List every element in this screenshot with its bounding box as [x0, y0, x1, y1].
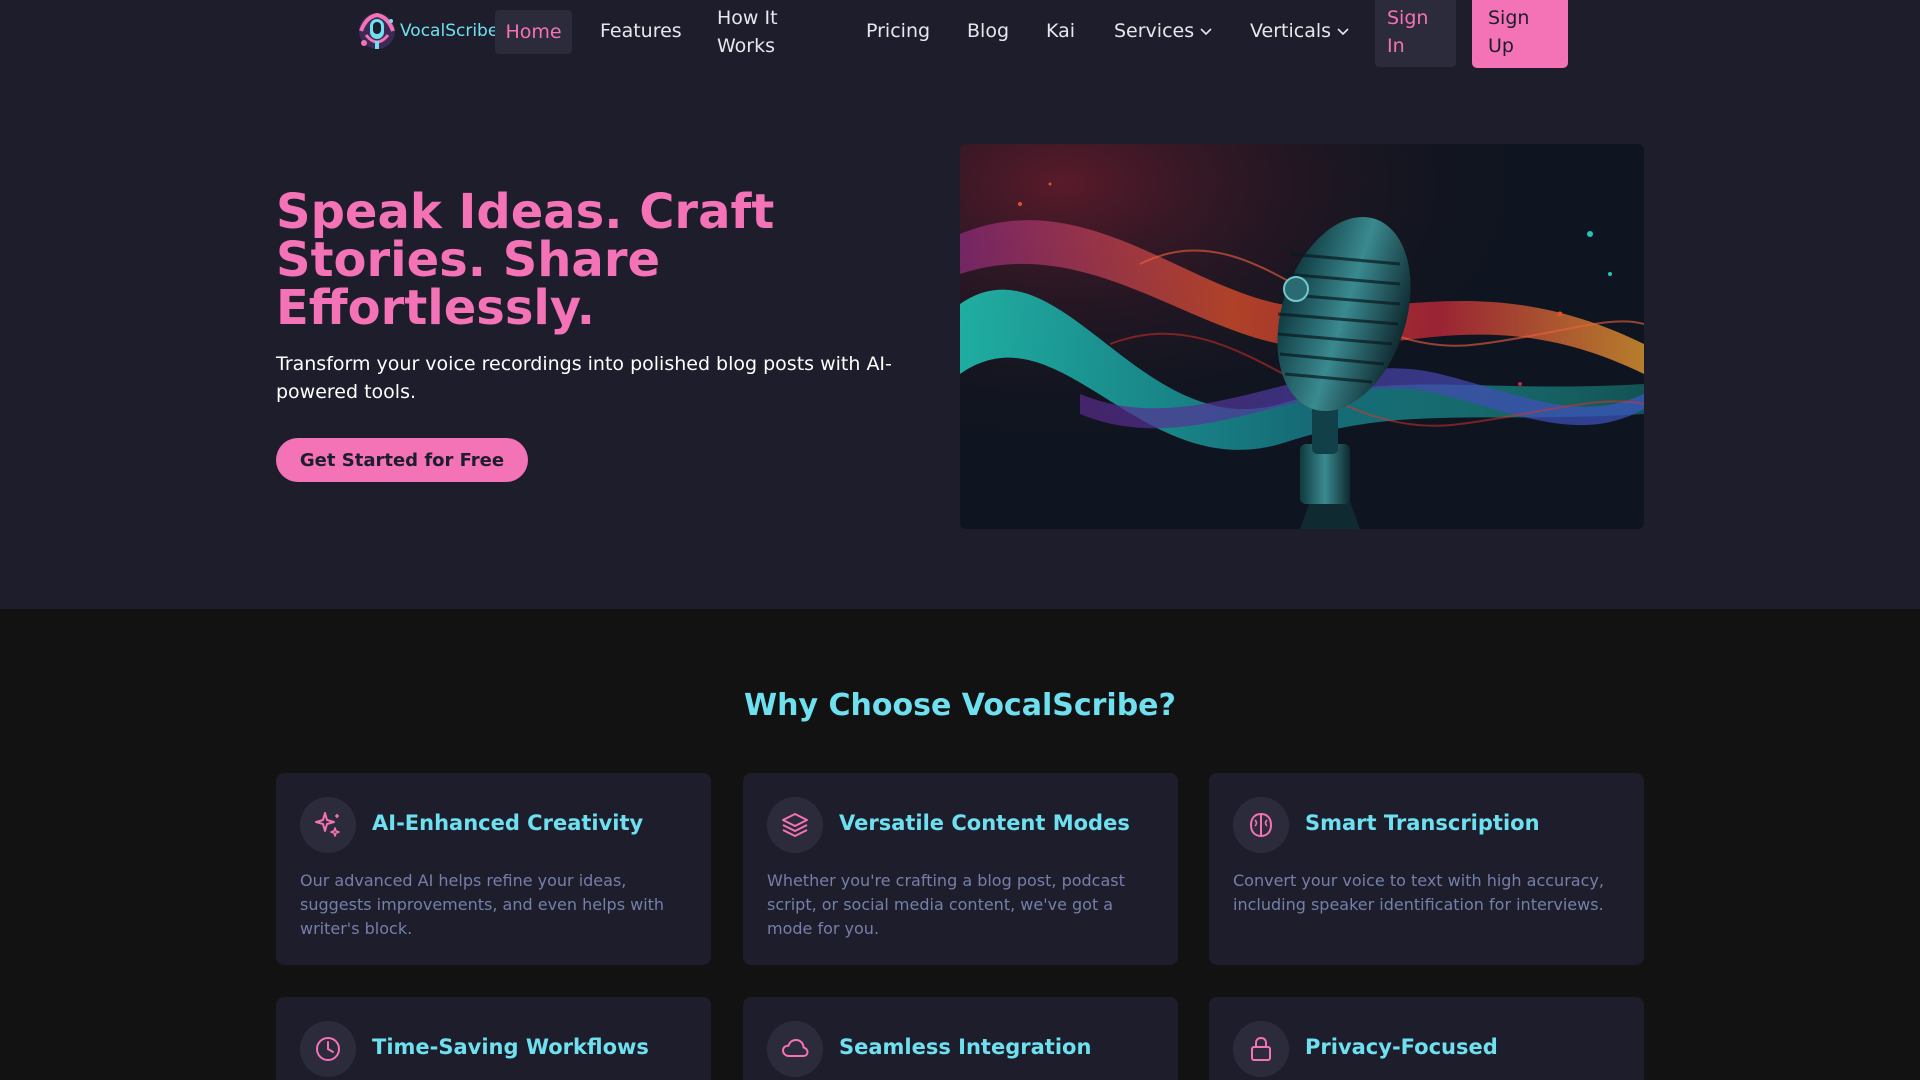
nav-dropdown-services[interactable]: Services	[1114, 17, 1212, 45]
feature-card: Time-Saving Workflows	[276, 997, 711, 1080]
top-navbar: VocalScribe Home Features How It Works P…	[0, 0, 1920, 70]
clock-icon	[300, 1021, 356, 1077]
feature-description: Whether you're crafting a blog post, pod…	[767, 871, 1125, 938]
feature-card: AI-Enhanced Creativity Our advanced AI h…	[276, 773, 711, 965]
feature-title: Seamless Integration	[839, 1035, 1092, 1059]
get-started-button[interactable]: Get Started for Free	[276, 438, 528, 482]
nav-link-features[interactable]: Features	[600, 17, 682, 45]
nav-link-kai[interactable]: Kai	[1046, 17, 1075, 45]
features-heading: Why Choose VocalScribe?	[744, 688, 1176, 723]
brand-name: VocalScribe	[400, 21, 499, 41]
brand-logo[interactable]: VocalScribe	[356, 9, 498, 53]
feature-description: Convert your voice to text with high acc…	[1233, 871, 1604, 914]
hero-title: Speak Ideas. Craft Stories. Share Effort…	[276, 184, 775, 336]
feature-card: Smart Transcription Convert your voice t…	[1209, 773, 1644, 965]
hero-subtitle: Transform your voice recordings into pol…	[276, 353, 892, 403]
feature-title: Time-Saving Workflows	[372, 1035, 649, 1059]
feature-card: Versatile Content Modes Whether you're c…	[743, 773, 1178, 965]
sparkles-icon	[300, 797, 356, 853]
nav-dropdown-services-label: Services	[1114, 20, 1195, 42]
layers-icon	[767, 797, 823, 853]
hero-section: Speak Ideas. Craft Stories. Share Effort…	[0, 70, 1920, 609]
chevron-down-icon	[1200, 27, 1212, 35]
brain-icon	[1233, 797, 1289, 853]
nav-link-home[interactable]: Home	[495, 10, 572, 54]
microphone-logo-icon	[359, 12, 395, 49]
feature-title: Smart Transcription	[1305, 811, 1540, 835]
feature-title: Versatile Content Modes	[839, 811, 1130, 835]
feature-description: Our advanced AI helps refine your ideas,…	[300, 871, 665, 938]
sign-up-button[interactable]: Sign Up	[1472, 0, 1568, 68]
chevron-down-icon	[1337, 27, 1349, 35]
nav-dropdown-verticals[interactable]: Verticals	[1250, 17, 1349, 45]
feature-title: Privacy-Focused	[1305, 1035, 1498, 1059]
cloud-icon	[767, 1021, 823, 1077]
nav-link-pricing[interactable]: Pricing	[866, 17, 930, 45]
hero-microphone-image	[960, 144, 1644, 529]
feature-title: AI-Enhanced Creativity	[372, 811, 644, 835]
microphone-waves-illustration	[960, 144, 1644, 529]
lock-icon	[1233, 1021, 1289, 1077]
nav-link-how-it-works[interactable]: How It Works	[717, 4, 797, 60]
nav-link-blog[interactable]: Blog	[967, 17, 1009, 45]
nav-dropdown-verticals-label: Verticals	[1250, 20, 1332, 42]
feature-card: Seamless Integration	[743, 997, 1178, 1080]
feature-card: Privacy-Focused	[1209, 997, 1644, 1080]
sign-in-button[interactable]: Sign In	[1375, 0, 1456, 67]
